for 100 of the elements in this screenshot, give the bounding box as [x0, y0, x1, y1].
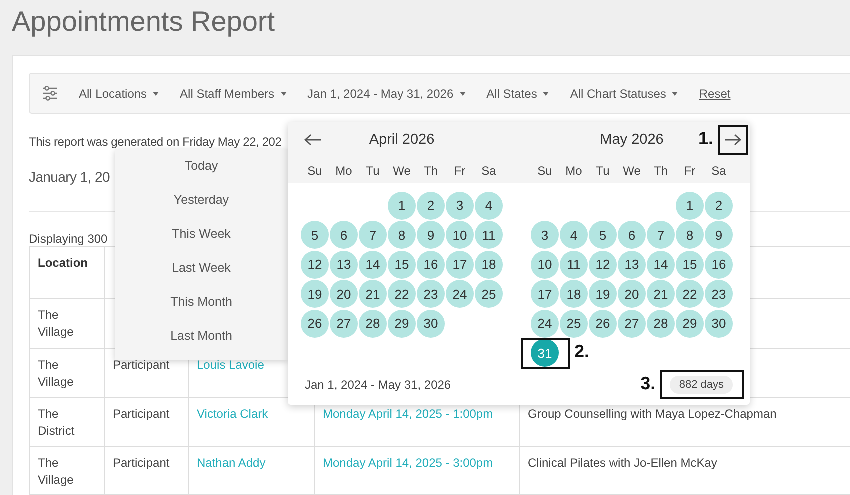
- calendar-day[interactable]: 4: [560, 221, 588, 250]
- date-preset-item[interactable]: This Month: [115, 285, 288, 319]
- reset-link[interactable]: Reset: [699, 86, 731, 100]
- calendar-day[interactable]: 29: [388, 310, 416, 338]
- calendar-day[interactable]: 10: [531, 250, 559, 279]
- weekday-label: We: [622, 164, 642, 178]
- caret-icon: [460, 92, 466, 96]
- filter-dropdown[interactable]: All Locations: [79, 86, 160, 100]
- date-preset-item[interactable]: Yesterday: [115, 183, 288, 217]
- calendar-day[interactable]: 18: [475, 250, 503, 279]
- calendar-day[interactable]: 18: [560, 280, 588, 308]
- annotation-label: 1.: [698, 128, 714, 150]
- table-cell: The District: [30, 398, 104, 446]
- calendar-day[interactable]: 23: [705, 280, 733, 308]
- calendar-day[interactable]: 2: [417, 192, 445, 220]
- calendar-day[interactable]: 27: [618, 310, 646, 338]
- calendar-day[interactable]: 8: [388, 221, 416, 250]
- calendar-day[interactable]: 15: [676, 250, 704, 279]
- table-cell: The Village: [30, 348, 104, 398]
- calendar-day[interactable]: 7: [647, 221, 675, 250]
- calendar-day[interactable]: 25: [560, 310, 588, 338]
- calendar-day[interactable]: 13: [618, 250, 646, 279]
- caret-icon: [672, 92, 678, 96]
- day-count-badge: 882 days: [670, 376, 733, 394]
- calendar-day[interactable]: 27: [330, 310, 358, 338]
- calendar-day[interactable]: 12: [589, 250, 617, 279]
- calendar-day[interactable]: 26: [589, 310, 617, 338]
- calendar-day[interactable]: 19: [301, 280, 329, 308]
- weekday-label: Sa: [480, 164, 498, 178]
- filter-dropdown[interactable]: All Staff Members: [180, 86, 287, 100]
- right-arrow-icon: [724, 134, 742, 146]
- calendar-day[interactable]: 6: [330, 221, 358, 250]
- calendar-day[interactable]: 3: [531, 221, 559, 250]
- calendar-day[interactable]: 15: [388, 250, 416, 279]
- calendar-day[interactable]: 11: [475, 221, 503, 250]
- weekday-label: Fr: [683, 164, 697, 178]
- date-preset-item[interactable]: Today: [115, 149, 288, 183]
- calendar-day[interactable]: 17: [446, 250, 474, 279]
- calendar-day[interactable]: 28: [647, 310, 675, 338]
- calendar-day[interactable]: 1: [388, 192, 416, 220]
- calendar-day[interactable]: 29: [676, 310, 704, 338]
- weekday-label: Su: [536, 164, 554, 178]
- calendar-day[interactable]: 20: [618, 280, 646, 308]
- calendar-day[interactable]: 7: [359, 221, 387, 250]
- calendar-day[interactable]: 26: [301, 310, 329, 338]
- calendar-day[interactable]: 10: [446, 221, 474, 250]
- calendar-day[interactable]: 13: [330, 250, 358, 279]
- calendar-day[interactable]: 8: [676, 221, 704, 250]
- calendar-day[interactable]: 17: [531, 280, 559, 308]
- report-generated-text: This report was generated on Friday May 22, 202: [29, 134, 282, 150]
- calendar-day[interactable]: 23: [417, 280, 445, 308]
- calendar-day[interactable]: 30: [417, 310, 445, 338]
- month-title: May 2026: [600, 132, 664, 148]
- calendar-day[interactable]: 21: [359, 280, 387, 308]
- calendar-day[interactable]: 25: [475, 280, 503, 308]
- calendar-day[interactable]: 30: [705, 310, 733, 338]
- date-preset-item[interactable]: Last Week: [115, 251, 288, 285]
- weekday-label: We: [392, 164, 412, 178]
- annotation-box: [718, 125, 748, 155]
- calendar-day[interactable]: 4: [475, 192, 503, 220]
- calendar-day[interactable]: 3: [446, 192, 474, 220]
- calendar-day[interactable]: 16: [417, 250, 445, 279]
- annotation-label: 3.: [640, 372, 656, 394]
- caret-icon: [280, 92, 287, 96]
- weekday-label: Su: [306, 164, 324, 178]
- calendar-day[interactable]: 20: [330, 280, 358, 308]
- calendar-day[interactable]: 12: [301, 250, 329, 279]
- results-count-text: Displaying 300: [29, 232, 108, 246]
- calendar-day[interactable]: 9: [705, 221, 733, 250]
- calendar-day[interactable]: 19: [589, 280, 617, 308]
- calendar-day[interactable]: 5: [301, 221, 329, 250]
- calendar-day[interactable]: 1: [676, 192, 704, 220]
- calendar-day[interactable]: 14: [359, 250, 387, 279]
- filter-dropdown[interactable]: Jan 1, 2024 - May 31, 2026: [308, 86, 466, 100]
- date-preset-item[interactable]: This Week: [115, 217, 288, 251]
- calendar-day[interactable]: 24: [531, 310, 559, 338]
- calendar-day[interactable]: 5: [589, 221, 617, 250]
- calendar-day[interactable]: 22: [388, 280, 416, 308]
- weekday-label: Sa: [710, 164, 728, 178]
- calendar-day[interactable]: 2: [705, 192, 733, 220]
- calendar-day[interactable]: 6: [618, 221, 646, 250]
- table-cell: The Village: [30, 446, 104, 494]
- report-date-heading: January 1, 20: [29, 168, 110, 187]
- calendar-day[interactable]: 14: [647, 250, 675, 279]
- weekday-label: Fr: [453, 164, 467, 178]
- calendar-day[interactable]: 9: [417, 221, 445, 250]
- filter-dropdown[interactable]: All States: [486, 86, 550, 100]
- month-title: April 2026: [369, 132, 435, 148]
- calendar-day[interactable]: 24: [446, 280, 474, 308]
- weekday-label: Tu: [365, 164, 381, 178]
- calendar-day[interactable]: 28: [359, 310, 387, 338]
- calendar-day[interactable]: 22: [676, 280, 704, 308]
- filter-dropdown[interactable]: All Chart Statuses: [570, 86, 678, 100]
- calendar-day[interactable]: 21: [647, 280, 675, 308]
- filter-sliders-icon[interactable]: [42, 86, 58, 101]
- caret-icon: [543, 92, 550, 96]
- weekday-label: Tu: [595, 164, 611, 178]
- weekday-label: Th: [422, 164, 439, 178]
- calendar-day[interactable]: 11: [560, 250, 588, 279]
- calendar-day[interactable]: 16: [705, 250, 733, 279]
